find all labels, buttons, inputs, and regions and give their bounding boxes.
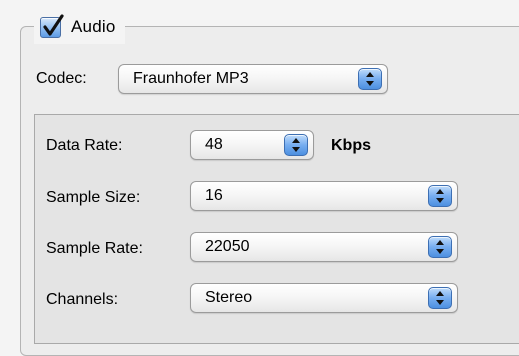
channels-label: Channels: (46, 291, 119, 308)
up-down-arrows-icon (284, 134, 308, 156)
channels-popup[interactable]: Stereo (190, 283, 458, 313)
sample-rate-popup[interactable]: 22050 (190, 232, 458, 262)
audio-group-legend: Audio (34, 10, 126, 44)
sample-size-popup[interactable]: 16 (190, 181, 458, 211)
data-rate-label: Data Rate: (46, 137, 123, 154)
data-rate-unit: Kbps (331, 137, 371, 154)
sample-rate-value: 22050 (205, 238, 250, 255)
sample-size-label: Sample Size: (46, 189, 141, 206)
codec-row: Codec: (36, 62, 87, 96)
data-rate-popup[interactable]: 48 (190, 130, 314, 160)
data-rate-value: 48 (205, 136, 223, 153)
checkmark-icon (43, 13, 64, 36)
up-down-arrows-icon (428, 236, 452, 258)
sample-rate-label: Sample Rate: (46, 240, 143, 257)
codec-popup[interactable]: Fraunhofer MP3 (118, 64, 388, 94)
channels-value: Stereo (205, 289, 253, 306)
audio-checkbox[interactable] (40, 13, 64, 38)
sample-size-value: 16 (205, 187, 223, 204)
audio-label: Audio (71, 17, 116, 36)
codec-label: Codec: (36, 70, 87, 87)
up-down-arrows-icon (428, 185, 452, 207)
codec-value: Fraunhofer MP3 (133, 70, 249, 87)
group-divider (150, 26, 519, 27)
up-down-arrows-icon (428, 287, 452, 309)
up-down-arrows-icon (358, 68, 382, 90)
